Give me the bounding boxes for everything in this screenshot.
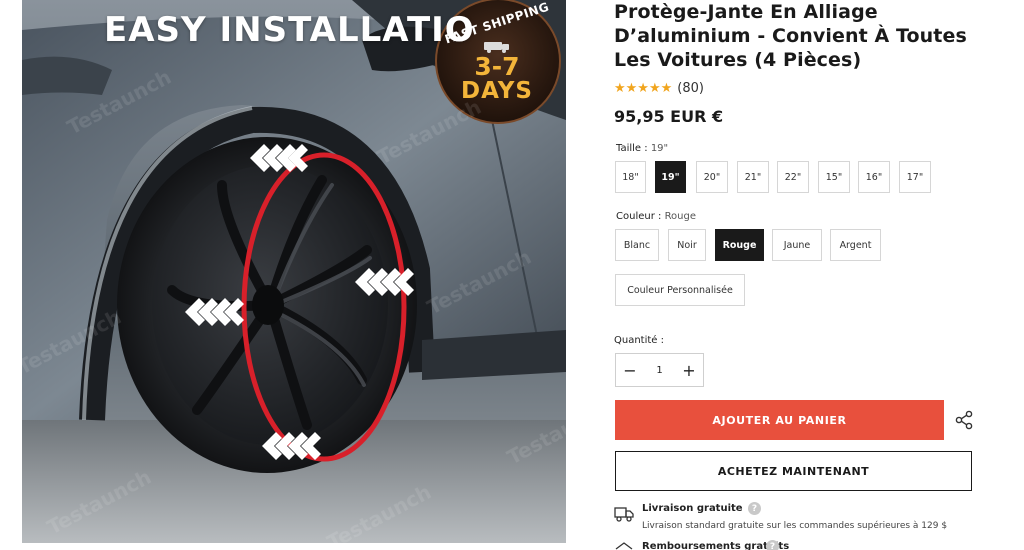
badge-days-label: DAYS <box>461 78 533 104</box>
size-selected-value: 19" <box>650 143 669 154</box>
size-label-text: Taille : <box>616 143 648 154</box>
size-option[interactable]: 16" <box>858 161 890 193</box>
help-icon[interactable]: ? <box>766 540 779 550</box>
product-title-line: D’aluminium - Convient À Toutes <box>614 25 967 47</box>
product-price: 95,95 EUR € <box>614 107 724 126</box>
help-icon[interactable]: ? <box>748 502 761 515</box>
size-option[interactable]: 15" <box>818 161 850 193</box>
product-title-line: Les Voitures (4 Pièces) <box>614 49 862 71</box>
color-option[interactable]: Noir <box>668 229 706 261</box>
size-option[interactable]: 22" <box>777 161 809 193</box>
size-option[interactable]: 17" <box>899 161 931 193</box>
product-image[interactable]: EASY INSTALLATIO FAST SHIPPING 3-7 DAYS … <box>22 0 566 543</box>
refund-icon <box>615 542 633 550</box>
quantity-increase-button[interactable]: + <box>675 354 703 386</box>
review-count: (80) <box>677 81 704 96</box>
product-page: EASY INSTALLATIO FAST SHIPPING 3-7 DAYS … <box>0 0 1024 550</box>
color-option[interactable]: Blanc <box>615 229 659 261</box>
star-rating-icon: ★★★★★ <box>614 81 673 96</box>
share-icon[interactable] <box>954 410 974 430</box>
size-label: Taille : 19" <box>616 143 668 154</box>
size-option[interactable]: 21" <box>737 161 769 193</box>
free-shipping-title: Livraison gratuite <box>642 503 743 514</box>
color-selected-value: Rouge <box>664 211 697 222</box>
quantity-input[interactable]: 1 <box>644 365 675 376</box>
image-headline: EASY INSTALLATIO <box>104 10 475 50</box>
quantity-decrease-button[interactable]: − <box>616 354 644 386</box>
color-option[interactable]: Couleur Personnalisée <box>615 274 745 306</box>
size-option[interactable]: 18" <box>615 161 646 193</box>
product-rating[interactable]: ★★★★★ (80) <box>614 81 704 96</box>
product-title: Protège-Jante En Alliage D’aluminium - C… <box>614 0 986 72</box>
size-option-selected[interactable]: 19" <box>655 161 686 193</box>
badge-fast-shipping-text: FAST SHIPPING <box>443 0 551 47</box>
color-option-selected[interactable]: Rouge <box>715 229 764 261</box>
add-to-cart-button[interactable]: AJOUTER AU PANIER <box>615 400 944 440</box>
free-shipping-description: Livraison standard gratuite sur les comm… <box>642 521 948 531</box>
size-option[interactable]: 20" <box>696 161 728 193</box>
buy-now-button[interactable]: ACHETEZ MAINTENANT <box>615 451 972 491</box>
quantity-label: Quantité : <box>614 335 664 346</box>
product-title-line: Protège-Jante En Alliage <box>614 1 878 23</box>
delivery-truck-icon <box>614 507 634 522</box>
color-label-text: Couleur : <box>616 211 662 222</box>
color-option[interactable]: Argent <box>830 229 881 261</box>
quantity-stepper: − 1 + <box>615 353 704 387</box>
color-label: Couleur : Rouge <box>616 211 696 222</box>
badge-days-range: 3-7 <box>474 52 520 81</box>
color-option[interactable]: Jaune <box>772 229 822 261</box>
